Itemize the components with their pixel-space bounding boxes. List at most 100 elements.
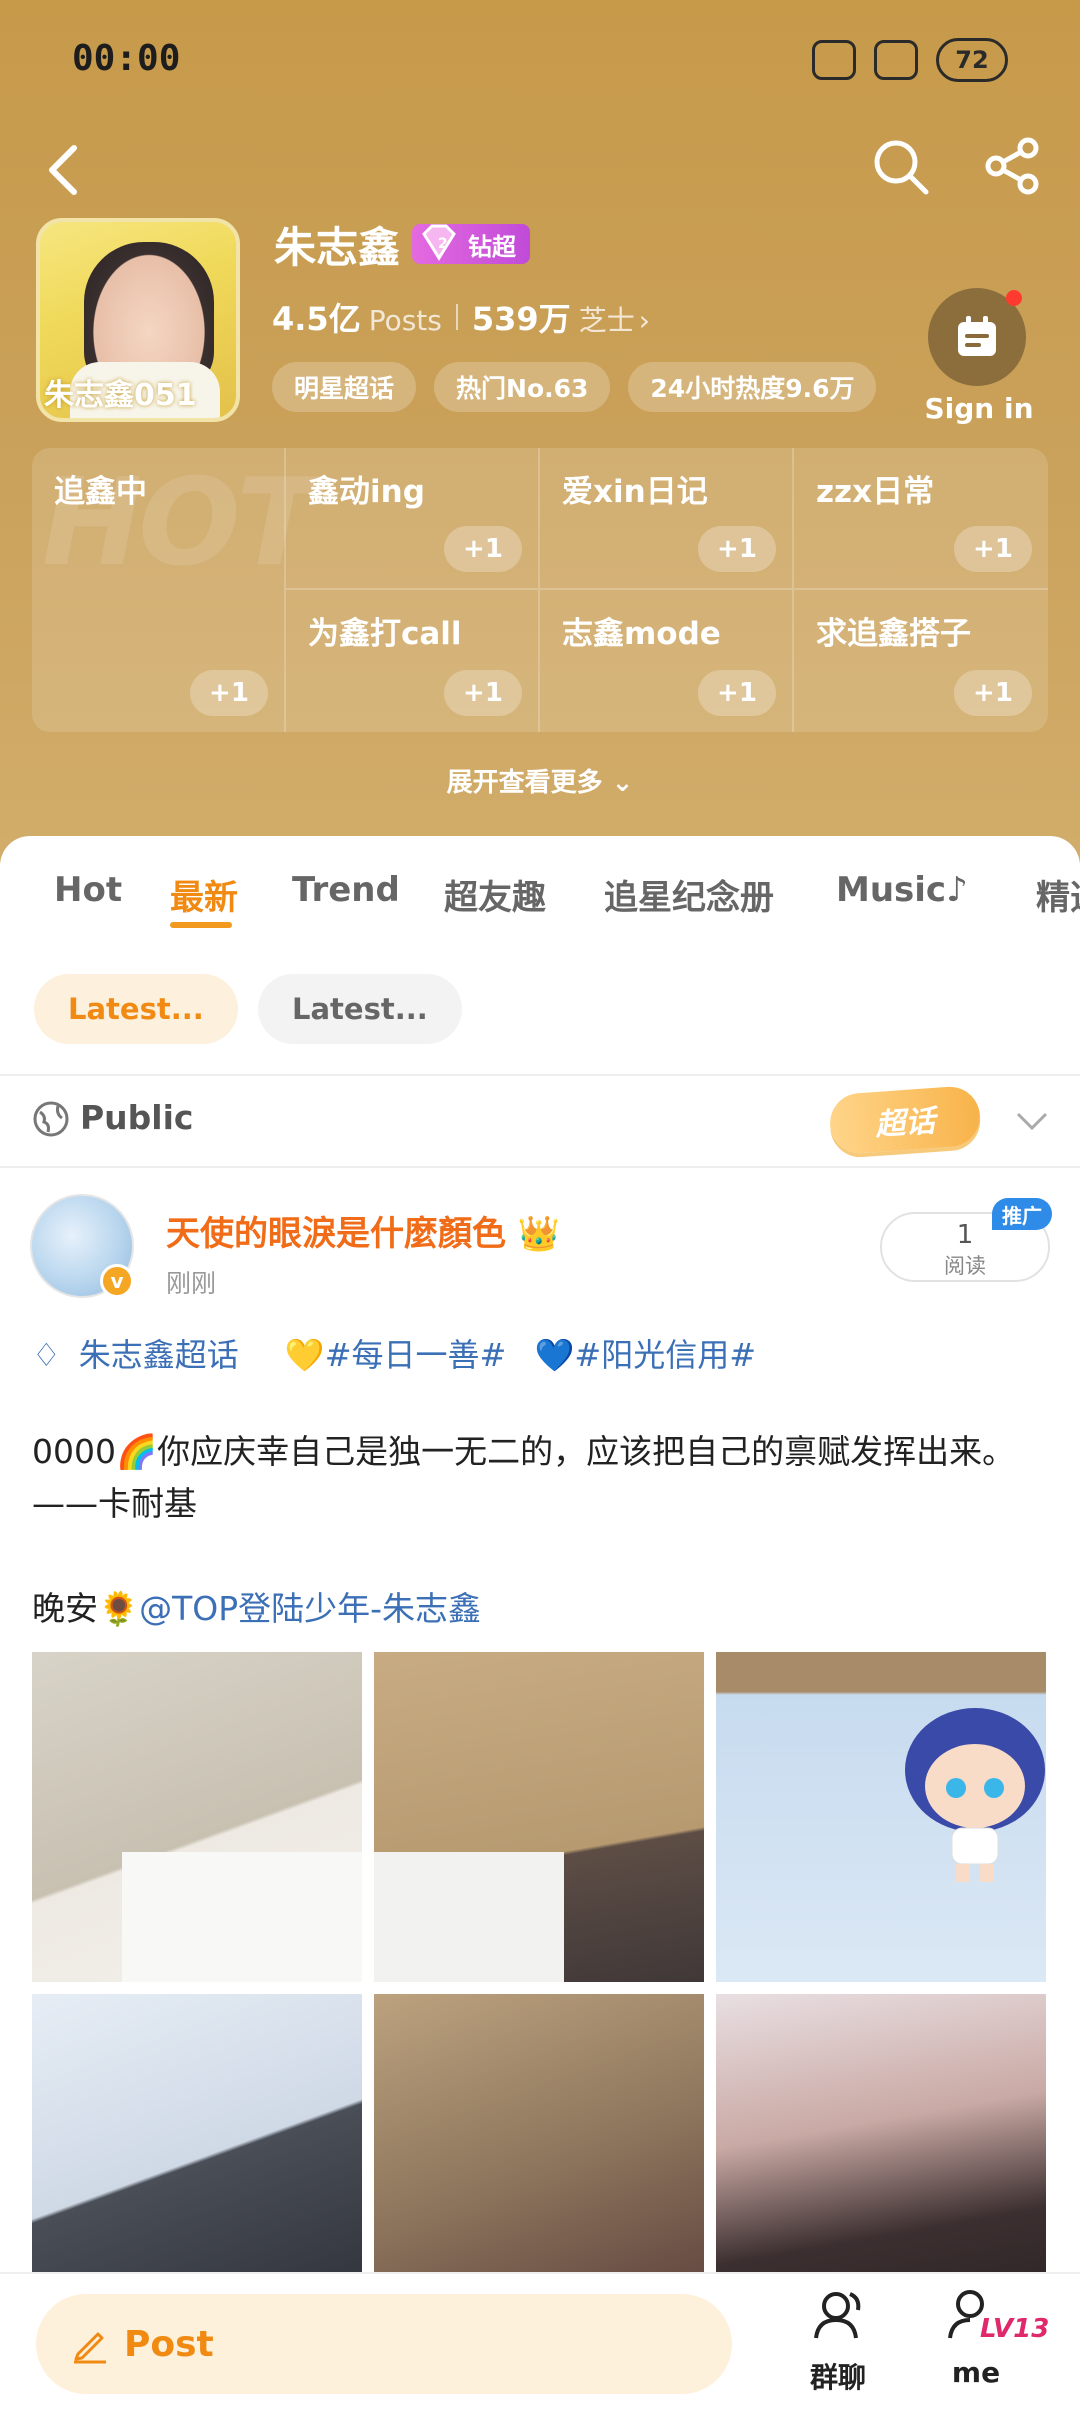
mention-link[interactable]: @TOP登陆少年-朱志鑫: [139, 1589, 481, 1628]
post-hashtags: ♢ 朱志鑫超话 💛#每日一善# 💙#阳光信用#: [32, 1330, 774, 1376]
avatar-overlay-text: 朱志鑫051: [44, 378, 197, 413]
topic-link-text: 朱志鑫超话: [78, 1336, 239, 1374]
hashtag-daily-good[interactable]: 💛#每日一善#: [285, 1336, 506, 1374]
status-icons: 72: [812, 38, 1008, 82]
tab-latest[interactable]: 最新: [170, 870, 238, 919]
plus-one-button[interactable]: +1: [954, 670, 1032, 716]
plus-one-button[interactable]: +1: [698, 526, 776, 572]
diamond-small-icon: ♢: [32, 1336, 61, 1374]
post-time: 刚刚: [166, 1269, 217, 1298]
share-icon[interactable]: [980, 134, 1044, 198]
fans-count[interactable]: 539万: [472, 294, 571, 340]
chevron-down-icon[interactable]: [1014, 1102, 1050, 1138]
tab-music[interactable]: Music♪: [836, 870, 968, 910]
post-button[interactable]: Post: [36, 2294, 732, 2394]
visibility-row[interactable]: Public 超话: [0, 1076, 1080, 1168]
group-chat-button[interactable]: 群聊: [778, 2284, 898, 2396]
grid-cell-label: 为鑫打call: [308, 616, 462, 652]
post-button-label: Post: [124, 2323, 214, 2365]
active-tab-indicator: [170, 922, 232, 928]
topic-header: 00:00 72 朱志鑫051 朱志鑫 2 钻超 4.5亿 Posts 539万…: [0, 0, 1080, 880]
diamond-icon: 2: [422, 224, 456, 261]
visibility-label: Public: [80, 1098, 194, 1137]
grid-cell-3[interactable]: zzx日常 +1: [794, 448, 1048, 590]
quick-entry-grid: HOT 追鑫中 +1 鑫动ing +1 爱xin日记 +1 zzx日常 +1 为…: [32, 448, 1048, 732]
tab-trend[interactable]: Trend: [292, 870, 400, 910]
grid-cell-4[interactable]: 为鑫打call +1: [286, 590, 540, 732]
grid-cell-6[interactable]: 求追鑫搭子 +1: [794, 590, 1048, 732]
me-button[interactable]: LV13 me: [916, 2284, 1049, 2389]
group-chat-label: 群聊: [809, 2361, 866, 2394]
search-icon[interactable]: [868, 134, 932, 198]
network-icon: [874, 40, 918, 80]
read-label: 阅读: [944, 1254, 986, 1278]
badge-level: 2: [438, 236, 448, 252]
post-photo[interactable]: [32, 1652, 362, 1982]
plus-one-button[interactable]: +1: [698, 670, 776, 716]
promo-tag: 推广: [992, 1198, 1052, 1230]
grid-cell-0[interactable]: 追鑫中 +1: [32, 448, 286, 732]
signal-icon: [812, 40, 856, 80]
diamond-badge[interactable]: 2 钻超: [412, 224, 530, 264]
signin-label[interactable]: Sign in: [924, 392, 1034, 425]
plus-one-button[interactable]: +1: [954, 526, 1032, 572]
expand-more-button[interactable]: 展开查看更多 ⌄: [0, 762, 1080, 799]
hashtag-sunshine-credit[interactable]: 💙#阳光信用#: [535, 1336, 756, 1374]
topic-avatar[interactable]: 朱志鑫051: [36, 218, 240, 422]
status-time: 00:00: [72, 38, 181, 79]
me-label: me: [951, 2356, 1001, 2389]
plus-one-button[interactable]: +1: [444, 526, 522, 572]
plus-one-button[interactable]: +1: [190, 670, 268, 716]
chevron-down-icon: ⌄: [611, 768, 634, 798]
globe-icon: [33, 1101, 69, 1137]
topic-stats: 4.5亿 Posts 539万 芝士 ›: [272, 294, 650, 340]
group-chat-icon: [814, 2292, 861, 2339]
tab-bar: Hot 最新 Trend 超友趣 追星纪念册 Music♪ 精选: [0, 870, 1080, 950]
stats-separator: [455, 304, 458, 330]
tag-star-topic[interactable]: 明星超话: [272, 362, 417, 412]
post-author-avatar[interactable]: v: [30, 1194, 134, 1298]
grid-cell-5[interactable]: 志鑫mode +1: [540, 590, 794, 732]
tag-hot-rank[interactable]: 热门No.63: [434, 362, 611, 412]
topic-tags: 明星超话 热门No.63 24小时热度9.6万: [272, 362, 877, 412]
polaroid-print: [122, 1852, 362, 1982]
filter-chip-2[interactable]: Latest...: [258, 974, 462, 1044]
grid-cell-label: 求追鑫搭子: [816, 616, 971, 652]
grid-cell-2[interactable]: 爱xin日记 +1: [540, 448, 794, 590]
chevron-right-icon[interactable]: ›: [639, 304, 650, 337]
posts-label: Posts: [368, 304, 442, 337]
pencil-icon: [74, 2332, 106, 2364]
post-photo[interactable]: [374, 1652, 704, 1982]
signin-button[interactable]: [928, 288, 1026, 386]
grid-cell-label: 鑫动ing: [308, 474, 425, 510]
tab-hot[interactable]: Hot: [54, 870, 122, 910]
crown-badge-icon: 👑: [517, 1214, 561, 1254]
topic-link[interactable]: ♢ 朱志鑫超话: [32, 1336, 257, 1374]
filter-chip-1[interactable]: Latest...: [34, 974, 238, 1044]
post-author-text: 天使的眼淚是什麼顏色: [166, 1214, 506, 1254]
polaroid-print: [374, 1852, 564, 1982]
notification-dot: [1006, 290, 1022, 306]
post-author-name[interactable]: 天使的眼淚是什麼顏色 👑: [166, 1206, 560, 1255]
badge-label: 钻超: [468, 232, 516, 261]
calendar-icon: [958, 316, 996, 356]
floating-mascot[interactable]: [890, 1700, 1060, 1890]
posts-count: 4.5亿: [272, 300, 361, 338]
tab-memorial[interactable]: 追星纪念册: [604, 870, 774, 919]
plus-one-button[interactable]: +1: [444, 670, 522, 716]
tag-24h-heat[interactable]: 24小时热度9.6万: [628, 362, 877, 412]
grid-cell-label: 志鑫mode: [562, 616, 721, 652]
content-card: Hot 最新 Trend 超友趣 追星纪念册 Music♪ 精选 Latest.…: [0, 836, 1080, 2324]
grid-cell-1[interactable]: 鑫动ing +1: [286, 448, 540, 590]
tab-super-friends[interactable]: 超友趣: [444, 870, 546, 919]
tab-featured[interactable]: 精选: [1036, 870, 1080, 919]
back-icon[interactable]: [34, 140, 94, 200]
expand-label: 展开查看更多: [446, 768, 603, 798]
battery-icon: 72: [936, 38, 1008, 82]
goodnight-text: 晚安🌻: [32, 1589, 140, 1628]
music-note-icon: ♪: [946, 870, 968, 910]
fans-label[interactable]: 芝士: [579, 299, 635, 339]
bottom-bar: Post 群聊 LV13 me: [0, 2272, 1080, 2412]
verified-badge-icon: v: [100, 1264, 134, 1298]
battery-level: 72: [955, 46, 989, 74]
